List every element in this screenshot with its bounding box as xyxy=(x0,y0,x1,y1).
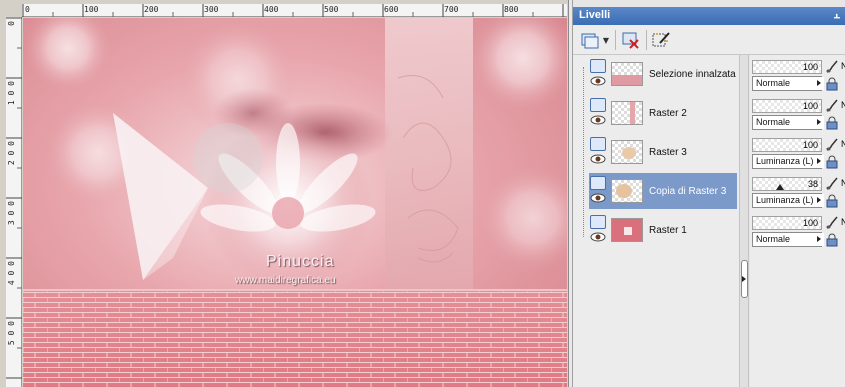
brush-icon[interactable] xyxy=(825,137,840,152)
layer-type-icon[interactable] xyxy=(590,59,606,73)
blend-mode-select[interactable]: Luminanza (L) xyxy=(752,193,822,208)
hruler-ticks xyxy=(22,4,564,17)
lock-icon[interactable] xyxy=(825,155,839,169)
clipped-label: N xyxy=(841,139,845,149)
panel-titlebar[interactable]: Livelli ⫠ xyxy=(573,7,845,25)
brush-icon[interactable] xyxy=(825,176,840,191)
layer-props-row: 100 Luminanza (L) N xyxy=(752,136,845,172)
layer-props-row: 38 Luminanza (L) N xyxy=(752,175,845,211)
opacity-value: 100 xyxy=(802,62,818,72)
watermark-title: Pinuccia xyxy=(266,253,335,270)
layer-type-icon[interactable] xyxy=(590,176,606,190)
layer-type-icon[interactable] xyxy=(590,137,606,151)
new-raster-layer-icon[interactable] xyxy=(579,29,603,51)
layer-row-raster-2[interactable]: Raster 2 xyxy=(589,95,737,131)
image-canvas[interactable]: Pinuccia www.maidiregrafica.eu xyxy=(23,18,567,387)
opacity-slider[interactable]: 100 xyxy=(752,99,822,113)
pin-icon[interactable]: ⫠ xyxy=(833,9,840,22)
opacity-value: 100 xyxy=(802,218,818,228)
watermark-url: www.maidiregrafica.eu xyxy=(235,275,336,286)
eye-icon[interactable] xyxy=(590,76,606,86)
eye-icon[interactable] xyxy=(590,115,606,125)
canvas-window: 0 100 200 300 400 500 600 700 800 0 1 0 … xyxy=(0,0,569,387)
lock-icon[interactable] xyxy=(825,77,839,91)
opacity-marker-icon xyxy=(776,184,784,190)
layer-list: Selezione innalzata Raster 2 Raster 3 Co… xyxy=(573,55,739,387)
lock-icon[interactable] xyxy=(825,194,839,208)
chevron-right-icon[interactable] xyxy=(742,276,746,282)
toolbar-separator xyxy=(615,30,616,50)
toolbar-separator xyxy=(646,30,647,50)
layer-type-icon[interactable] xyxy=(590,98,606,112)
layer-props-row: 100 Normale N xyxy=(752,97,845,133)
layer-thumbnail xyxy=(611,179,643,203)
opacity-value: 100 xyxy=(802,101,818,111)
panel-title: Livelli xyxy=(579,9,611,21)
brush-icon[interactable] xyxy=(825,215,840,230)
delete-layer-icon[interactable] xyxy=(619,29,643,51)
layer-name: Selezione innalzata xyxy=(649,68,736,80)
eye-icon[interactable] xyxy=(590,193,606,203)
opacity-value: 100 xyxy=(802,140,818,150)
layer-tree-line xyxy=(583,67,584,237)
opacity-value: 38 xyxy=(807,179,818,189)
layer-thumbnail xyxy=(611,101,643,125)
layers-panel: Livelli ⫠ ▼ Selezione innalzata Raster 2… xyxy=(572,0,845,387)
lock-icon[interactable] xyxy=(825,233,839,247)
blend-mode-select[interactable]: Normale xyxy=(752,115,822,130)
blend-mode-select[interactable]: Normale xyxy=(752,76,822,91)
layer-row-selezione-innalzata[interactable]: Selezione innalzata xyxy=(589,56,737,92)
lock-icon[interactable] xyxy=(825,116,839,130)
chevron-right-icon[interactable] xyxy=(816,194,824,207)
brush-icon[interactable] xyxy=(825,98,840,113)
horizontal-ruler: 0 100 200 300 400 500 600 700 800 xyxy=(22,4,567,17)
layer-row-raster-3[interactable]: Raster 3 xyxy=(589,134,737,170)
clipped-label: N xyxy=(841,178,845,188)
layer-properties: 100 Normale N 100 Normale N 100 Luminanz… xyxy=(750,55,845,387)
panel-toolbar: ▼ xyxy=(573,25,845,55)
artwork xyxy=(23,18,567,387)
opacity-slider[interactable]: 100 xyxy=(752,216,822,230)
layer-name: Raster 2 xyxy=(649,107,687,119)
layer-thumbnail xyxy=(611,140,643,164)
layer-properties-icon[interactable] xyxy=(650,29,674,51)
vertical-ruler: 0 1 0 0 2 0 0 3 0 0 4 0 0 5 0 0 xyxy=(6,17,22,387)
clipped-label: N xyxy=(841,217,845,227)
chevron-right-icon[interactable] xyxy=(816,116,824,129)
layer-thumbnail xyxy=(611,62,643,86)
opacity-slider[interactable]: 100 xyxy=(752,138,822,152)
layer-props-row: 100 Normale N xyxy=(752,58,845,94)
opacity-slider[interactable]: 38 xyxy=(752,177,822,191)
chevron-right-icon[interactable] xyxy=(816,77,824,90)
blend-mode-select[interactable]: Normale xyxy=(752,232,822,247)
clipped-label: N xyxy=(841,61,845,71)
panel-splitter[interactable] xyxy=(739,55,749,387)
layer-props-row: 100 Normale N xyxy=(752,214,845,250)
eye-icon[interactable] xyxy=(590,154,606,164)
layer-type-icon[interactable] xyxy=(590,215,606,229)
layer-name: Raster 1 xyxy=(649,224,687,236)
opacity-slider[interactable]: 100 xyxy=(752,60,822,74)
clipped-label: N xyxy=(841,100,845,110)
layer-thumbnail xyxy=(611,218,643,242)
eye-icon[interactable] xyxy=(590,232,606,242)
brush-icon[interactable] xyxy=(825,59,840,74)
blend-mode-select[interactable]: Luminanza (L) xyxy=(752,154,822,169)
layer-name: Raster 3 xyxy=(649,146,687,158)
layer-row-copia-di-raster-3[interactable]: Copia di Raster 3 xyxy=(589,173,737,209)
layer-row-raster-1[interactable]: Raster 1 xyxy=(589,212,737,248)
vruler-ticks xyxy=(6,17,22,379)
chevron-right-icon[interactable] xyxy=(816,233,824,246)
layer-name: Copia di Raster 3 xyxy=(649,185,727,197)
chevron-right-icon[interactable] xyxy=(816,155,824,168)
chevron-down-icon[interactable]: ▼ xyxy=(601,29,611,51)
